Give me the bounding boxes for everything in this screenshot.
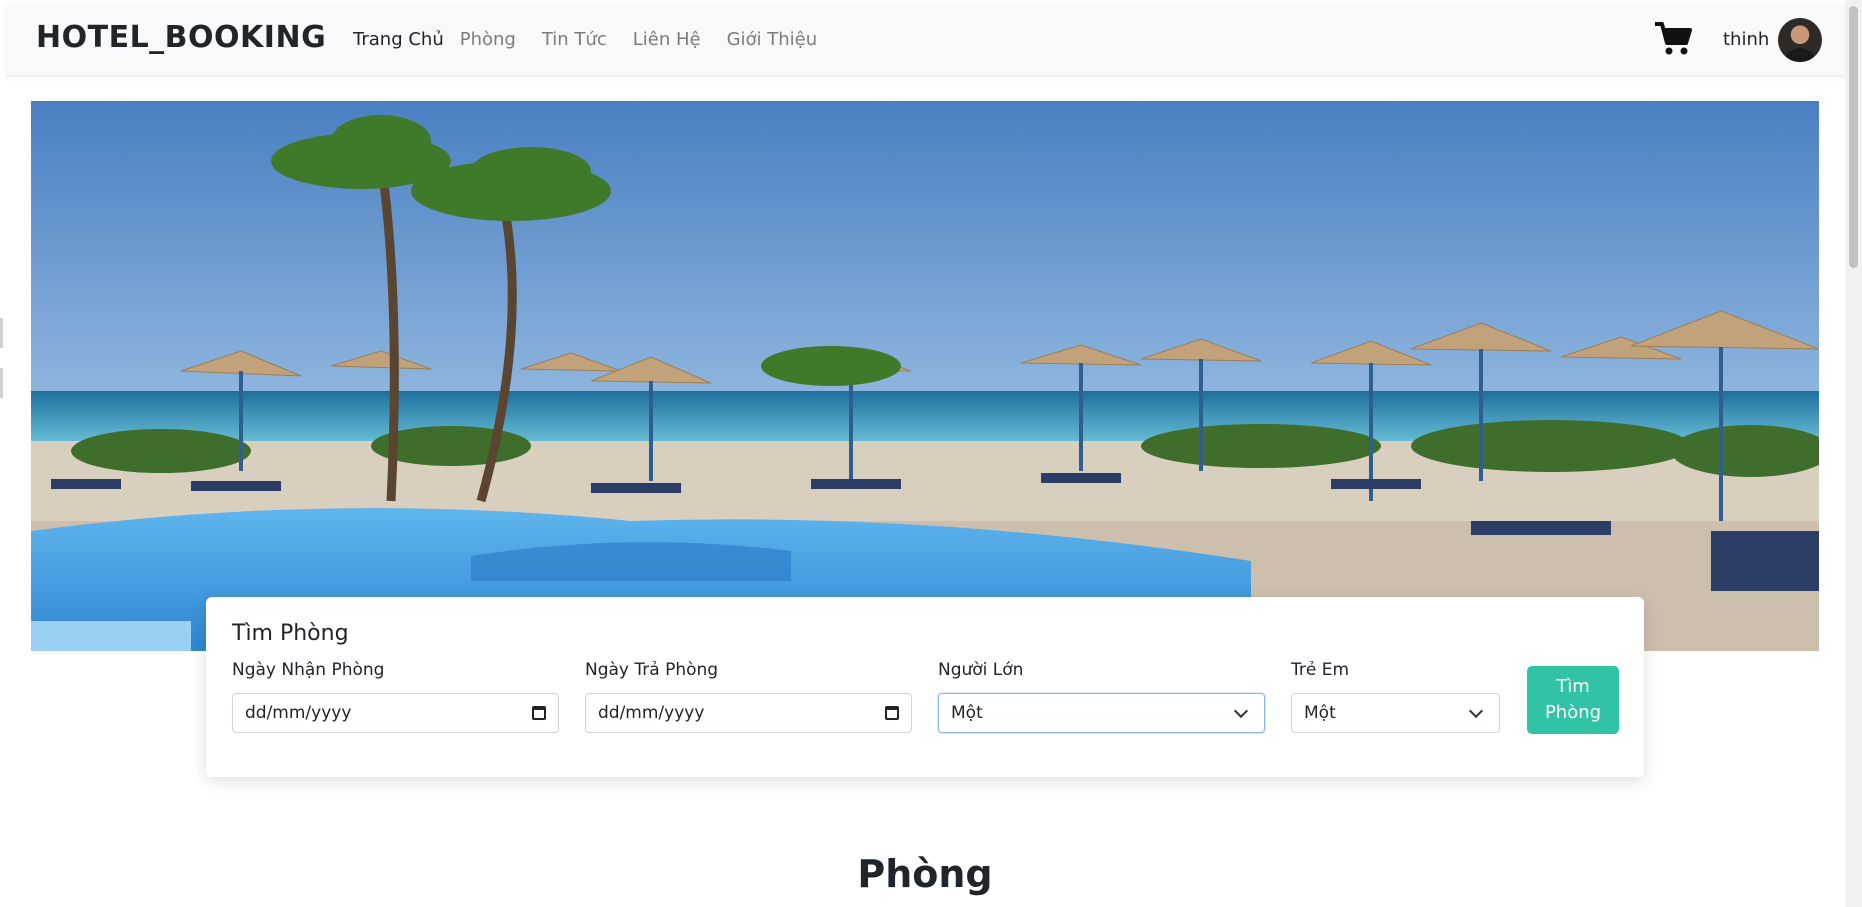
chevron-down-icon	[1233, 703, 1249, 718]
children-label: Trẻ Em	[1291, 660, 1350, 680]
room-search-card: Tìm Phòng Ngày Nhận Phòng dd/mm/yyyy Ngà…	[206, 597, 1644, 777]
adults-select[interactable]: Một	[938, 693, 1265, 733]
nav-link-news[interactable]: Tin Tức	[542, 29, 607, 50]
checkout-date-input[interactable]: dd/mm/yyyy	[585, 693, 912, 733]
calendar-icon[interactable]	[532, 706, 546, 720]
adults-select-value: Một	[951, 703, 983, 723]
brand-logo[interactable]: HOTEL_BOOKING	[36, 20, 326, 55]
user-avatar[interactable]	[1778, 18, 1822, 62]
hero-banner-image	[31, 101, 1819, 651]
checkout-date-placeholder: dd/mm/yyyy	[598, 703, 705, 723]
chevron-down-icon	[1468, 703, 1484, 718]
top-navbar: HOTEL_BOOKING Trang Chủ Phòng Tin Tức Li…	[6, 3, 1845, 76]
nav-link-about[interactable]: Giới Thiệu	[727, 29, 818, 50]
search-card-title: Tìm Phòng	[232, 621, 349, 646]
left-edge-marks	[0, 318, 4, 398]
adults-label: Người Lớn	[938, 660, 1024, 680]
children-select[interactable]: Một	[1291, 693, 1500, 733]
scrollbar-thumb[interactable]	[1849, 6, 1858, 268]
page-scrollbar[interactable]	[1845, 0, 1862, 907]
nav-links: Trang Chủ Phòng Tin Tức Liên Hệ Giới Thi…	[353, 29, 843, 50]
nav-link-rooms[interactable]: Phòng	[460, 29, 516, 50]
checkin-label: Ngày Nhận Phòng	[232, 660, 385, 680]
nav-link-home[interactable]: Trang Chủ	[353, 29, 444, 50]
rooms-section-title: Phòng	[857, 852, 993, 896]
nav-link-contact[interactable]: Liên Hệ	[633, 29, 701, 50]
search-button-line1: Tìm	[1556, 676, 1590, 697]
user-name[interactable]: thinh	[1723, 29, 1769, 50]
checkout-label: Ngày Trả Phòng	[585, 660, 719, 680]
search-room-button[interactable]: Tìm Phòng	[1527, 666, 1619, 734]
search-button-line2: Phòng	[1544, 702, 1602, 723]
children-select-value: Một	[1304, 703, 1336, 723]
checkin-date-placeholder: dd/mm/yyyy	[245, 703, 352, 723]
calendar-icon[interactable]	[885, 706, 899, 720]
shopping-cart-icon[interactable]	[1654, 21, 1692, 57]
checkin-date-input[interactable]: dd/mm/yyyy	[232, 693, 559, 733]
